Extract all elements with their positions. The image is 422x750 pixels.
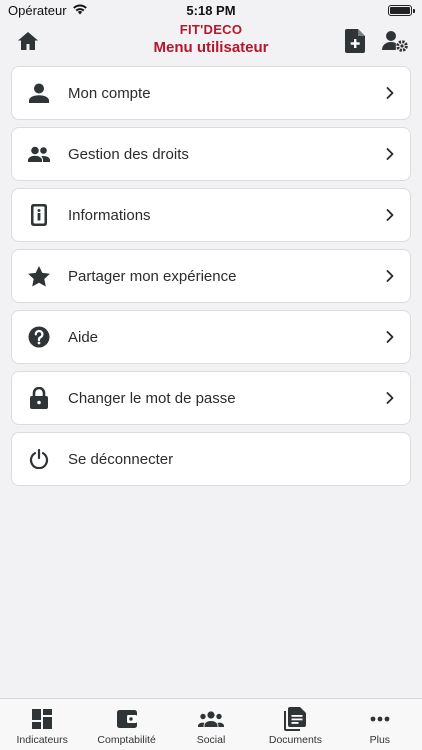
star-icon bbox=[12, 265, 66, 287]
carrier-label: Opérateur bbox=[8, 2, 67, 18]
menu-item-aide[interactable]: Aide bbox=[11, 310, 411, 364]
tab-label: Social bbox=[196, 734, 226, 746]
header: FIT'DECO Menu utilisateur bbox=[0, 20, 422, 62]
documents-icon bbox=[284, 707, 307, 731]
user-menu-list: Mon compte Gestion des droits Informatio… bbox=[11, 66, 411, 493]
menu-item-label: Informations bbox=[68, 206, 151, 224]
tab-label: Indicateurs bbox=[16, 734, 68, 746]
menu-item-mon-compte[interactable]: Mon compte bbox=[11, 66, 411, 120]
menu-item-changer-mot-de-passe[interactable]: Changer le mot de passe bbox=[11, 371, 411, 425]
tab-label: Plus bbox=[369, 734, 391, 746]
lock-icon bbox=[12, 387, 66, 409]
menu-item-label: Aide bbox=[68, 328, 99, 346]
menu-item-informations[interactable]: Informations bbox=[11, 188, 411, 242]
file-plus-icon bbox=[345, 28, 365, 58]
menu-item-label: Mon compte bbox=[68, 84, 151, 102]
power-icon bbox=[12, 449, 66, 469]
person-icon bbox=[12, 83, 66, 103]
tab-label: Comptabilité bbox=[97, 734, 156, 746]
chevron-right-icon bbox=[386, 148, 394, 160]
dashboard-icon bbox=[32, 707, 53, 731]
user-settings-button[interactable] bbox=[382, 30, 408, 56]
new-document-button[interactable] bbox=[342, 28, 368, 58]
user-gear-icon bbox=[382, 30, 408, 57]
chevron-right-icon bbox=[386, 392, 394, 404]
tab-social[interactable]: Social bbox=[169, 699, 253, 750]
tab-plus[interactable]: Plus bbox=[338, 699, 422, 750]
menu-item-label: Gestion des droits bbox=[68, 145, 189, 163]
chevron-right-icon bbox=[386, 87, 394, 99]
battery-icon bbox=[388, 4, 415, 16]
menu-item-partager-mon-experience[interactable]: Partager mon expérience bbox=[11, 249, 411, 303]
more-icon bbox=[370, 707, 390, 731]
wallet-icon bbox=[116, 707, 137, 731]
menu-item-label: Se déconnecter bbox=[68, 450, 174, 468]
tab-indicateurs[interactable]: Indicateurs bbox=[0, 699, 84, 750]
people-icon bbox=[12, 146, 66, 162]
menu-item-gestion-des-droits[interactable]: Gestion des droits bbox=[11, 127, 411, 181]
menu-item-label: Partager mon expérience bbox=[68, 267, 237, 285]
bottom-tab-bar: Indicateurs Comptabilité Social Document… bbox=[0, 698, 422, 750]
tab-comptabilite[interactable]: Comptabilité bbox=[84, 699, 168, 750]
info-icon bbox=[12, 204, 66, 226]
status-left: Opérateur bbox=[8, 3, 88, 18]
menu-item-label: Changer le mot de passe bbox=[68, 389, 236, 407]
tab-documents[interactable]: Documents bbox=[253, 699, 337, 750]
status-bar: Opérateur 5:18 PM bbox=[0, 0, 422, 20]
help-icon bbox=[12, 326, 66, 348]
menu-item-se-deconnecter[interactable]: Se déconnecter bbox=[11, 432, 411, 486]
tab-label: Documents bbox=[268, 734, 322, 746]
chevron-right-icon bbox=[386, 270, 394, 282]
group-icon bbox=[198, 707, 225, 731]
chevron-right-icon bbox=[386, 209, 394, 221]
chevron-right-icon bbox=[386, 331, 394, 343]
wifi-icon bbox=[72, 3, 88, 18]
